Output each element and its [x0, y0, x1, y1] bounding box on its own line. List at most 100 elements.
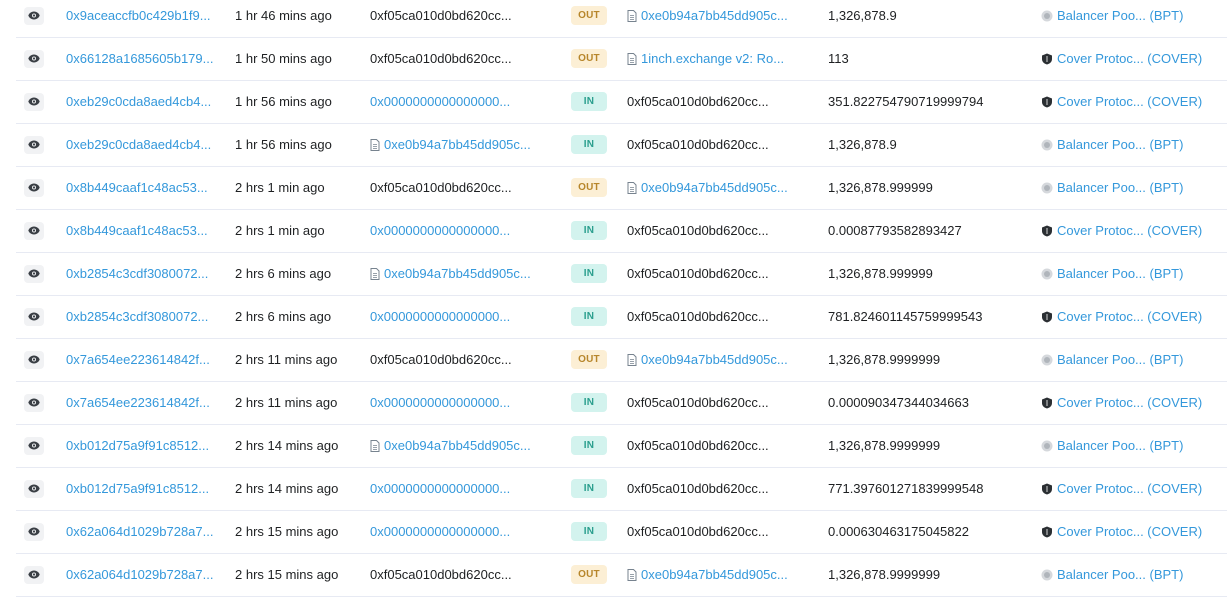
direction-badge: OUT	[571, 565, 607, 584]
table-row: 0xeb29c0cda8aed4cb4... 1 hr 56 mins ago 0x…	[16, 123, 1227, 167]
cover-shield-icon	[1041, 96, 1057, 108]
transfer-value: 1,326,878.9999999	[828, 352, 941, 367]
contract-file-icon	[627, 9, 641, 22]
direction-badge: OUT	[571, 178, 607, 197]
token-transfers-table: 0x9aceaccfb0c429b1f9... 1 hr 46 mins ago 0…	[0, 0, 1227, 597]
contract-file-icon	[627, 52, 641, 65]
direction-badge: OUT	[571, 6, 607, 25]
txn-hash-link[interactable]: 0x66128a1685605b179...	[66, 51, 213, 66]
from-address[interactable]: 0x0000000000000000...	[370, 94, 510, 109]
txn-age: 1 hr 56 mins ago	[235, 137, 332, 152]
to-address[interactable]: 1inch.exchange v2: Ro...	[641, 51, 784, 66]
txn-hash-link[interactable]: 0xeb29c0cda8aed4cb4...	[66, 137, 211, 152]
balancer-token-icon	[1041, 139, 1057, 151]
eye-icon[interactable]	[24, 221, 44, 240]
eye-icon[interactable]	[24, 92, 44, 111]
from-address[interactable]: 0xe0b94a7bb45dd905c...	[384, 438, 531, 453]
txn-hash-link[interactable]: 0xeb29c0cda8aed4cb4...	[66, 94, 211, 109]
txn-age: 1 hr 46 mins ago	[235, 8, 332, 23]
txn-hash-link[interactable]: 0x62a064d1029b728a7...	[66, 524, 213, 539]
contract-file-icon	[627, 568, 641, 581]
table-row: 0x9aceaccfb0c429b1f9... 1 hr 46 mins ago 0…	[16, 0, 1227, 38]
token-link[interactable]: Cover Protoc... (COVER)	[1057, 223, 1202, 238]
token-link[interactable]: Cover Protoc... (COVER)	[1057, 524, 1202, 539]
cover-shield-icon	[1041, 311, 1057, 323]
eye-icon[interactable]	[24, 6, 44, 25]
contract-file-icon	[370, 267, 384, 280]
eye-icon[interactable]	[24, 264, 44, 283]
from-address[interactable]: 0x0000000000000000...	[370, 309, 510, 324]
eye-icon[interactable]	[24, 307, 44, 326]
txn-age: 2 hrs 11 mins ago	[235, 352, 338, 367]
transfer-value: 1,326,878.999999	[828, 266, 933, 281]
table-row: 0xb012d75a9f91c8512... 2 hrs 14 mins ago 0…	[16, 467, 1227, 511]
to-address[interactable]: 0xe0b94a7bb45dd905c...	[641, 180, 788, 195]
to-address[interactable]: 0xe0b94a7bb45dd905c...	[641, 567, 788, 582]
txn-age: 2 hrs 15 mins ago	[235, 567, 339, 582]
eye-icon[interactable]	[24, 135, 44, 154]
txn-hash-link[interactable]: 0xb012d75a9f91c8512...	[66, 438, 209, 453]
token-link[interactable]: Balancer Poo... (BPT)	[1057, 567, 1183, 582]
eye-icon[interactable]	[24, 479, 44, 498]
txn-hash-link[interactable]: 0x9aceaccfb0c429b1f9...	[66, 8, 211, 23]
to-address[interactable]: 0xe0b94a7bb45dd905c...	[641, 8, 788, 23]
transfer-value: 781.824601145759999543	[828, 309, 983, 324]
table-row: 0x8b449caaf1c48ac53... 2 hrs 1 min ago 0x0…	[16, 209, 1227, 253]
txn-hash-link[interactable]: 0x7a654ee223614842f...	[66, 352, 210, 367]
to-address: 0xf05ca010d0bd620cc...	[627, 438, 769, 453]
token-link[interactable]: Cover Protoc... (COVER)	[1057, 51, 1202, 66]
txn-age: 2 hrs 11 mins ago	[235, 395, 338, 410]
transfer-value: 0.000090347344034663	[828, 395, 969, 410]
table-row: 0x66128a1685605b179... 1 hr 50 mins ago 0x…	[16, 37, 1227, 81]
transfer-value: 351.822754790719999794	[828, 94, 984, 109]
from-address[interactable]: 0x0000000000000000...	[370, 524, 510, 539]
direction-badge: IN	[571, 479, 607, 498]
token-link[interactable]: Balancer Poo... (BPT)	[1057, 266, 1183, 281]
txn-hash-link[interactable]: 0x8b449caaf1c48ac53...	[66, 180, 208, 195]
token-link[interactable]: Balancer Poo... (BPT)	[1057, 180, 1183, 195]
from-address[interactable]: 0x0000000000000000...	[370, 395, 510, 410]
to-address[interactable]: 0xe0b94a7bb45dd905c...	[641, 352, 788, 367]
direction-badge: IN	[571, 92, 607, 111]
txn-hash-link[interactable]: 0x62a064d1029b728a7...	[66, 567, 213, 582]
txn-hash-link[interactable]: 0xb2854c3cdf3080072...	[66, 266, 208, 281]
table-row: 0xb2854c3cdf3080072... 2 hrs 6 mins ago 0x…	[16, 252, 1227, 296]
txn-hash-link[interactable]: 0x8b449caaf1c48ac53...	[66, 223, 208, 238]
eye-icon[interactable]	[24, 393, 44, 412]
token-link[interactable]: Balancer Poo... (BPT)	[1057, 438, 1183, 453]
eye-icon[interactable]	[24, 436, 44, 455]
eye-icon[interactable]	[24, 350, 44, 369]
direction-badge: OUT	[571, 350, 607, 369]
from-address[interactable]: 0x0000000000000000...	[370, 481, 510, 496]
eye-icon[interactable]	[24, 178, 44, 197]
from-address[interactable]: 0xe0b94a7bb45dd905c...	[384, 137, 531, 152]
direction-badge: IN	[571, 221, 607, 240]
from-address[interactable]: 0xe0b94a7bb45dd905c...	[384, 266, 531, 281]
token-link[interactable]: Balancer Poo... (BPT)	[1057, 8, 1183, 23]
direction-badge: IN	[571, 436, 607, 455]
balancer-token-icon	[1041, 354, 1057, 366]
token-link[interactable]: Cover Protoc... (COVER)	[1057, 309, 1202, 324]
txn-age: 2 hrs 14 mins ago	[235, 438, 339, 453]
to-address: 0xf05ca010d0bd620cc...	[627, 524, 769, 539]
to-address: 0xf05ca010d0bd620cc...	[627, 137, 769, 152]
direction-badge: IN	[571, 264, 607, 283]
token-link[interactable]: Cover Protoc... (COVER)	[1057, 481, 1202, 496]
txn-age: 2 hrs 15 mins ago	[235, 524, 339, 539]
txn-hash-link[interactable]: 0xb2854c3cdf3080072...	[66, 309, 208, 324]
token-link[interactable]: Balancer Poo... (BPT)	[1057, 137, 1183, 152]
token-link[interactable]: Cover Protoc... (COVER)	[1057, 395, 1202, 410]
txn-hash-link[interactable]: 0xb012d75a9f91c8512...	[66, 481, 209, 496]
txn-hash-link[interactable]: 0x7a654ee223614842f...	[66, 395, 210, 410]
token-link[interactable]: Cover Protoc... (COVER)	[1057, 94, 1202, 109]
eye-icon[interactable]	[24, 522, 44, 541]
token-link[interactable]: Balancer Poo... (BPT)	[1057, 352, 1183, 367]
to-address: 0xf05ca010d0bd620cc...	[627, 266, 769, 281]
balancer-token-icon	[1041, 268, 1057, 280]
eye-icon[interactable]	[24, 565, 44, 584]
from-address[interactable]: 0x0000000000000000...	[370, 223, 510, 238]
table-row: 0x8b449caaf1c48ac53... 2 hrs 1 min ago 0xf…	[16, 166, 1227, 210]
cover-shield-icon	[1041, 225, 1057, 237]
eye-icon[interactable]	[24, 49, 44, 68]
balancer-token-icon	[1041, 182, 1057, 194]
